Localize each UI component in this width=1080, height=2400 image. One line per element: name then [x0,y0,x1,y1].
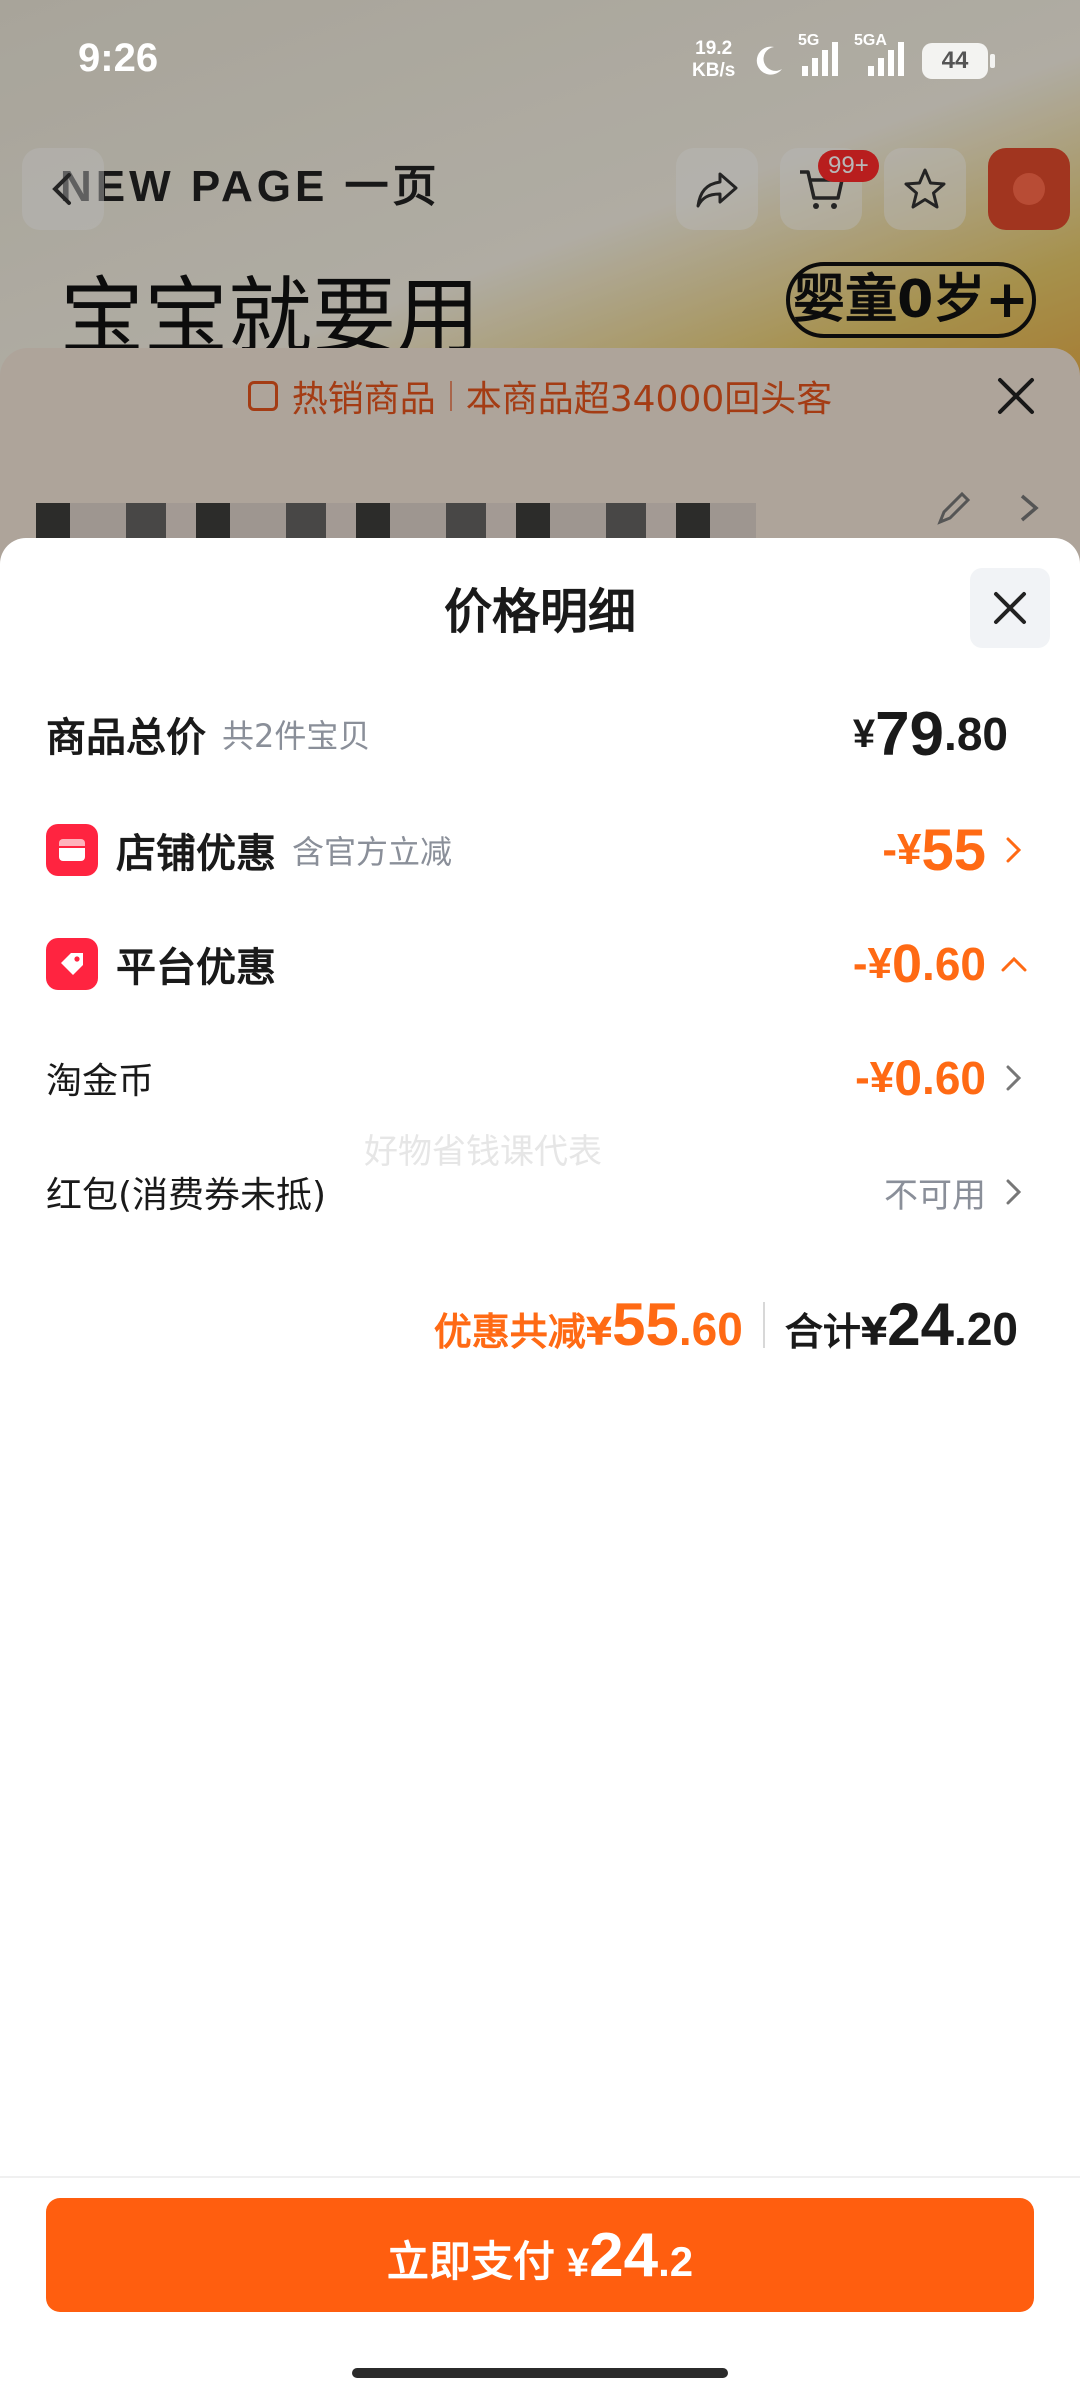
price-detail-sheet: 价格明细 商品总价 共2件宝贝 ¥ 79 .80 店铺优惠 含官方立减 -¥ 5… [0,538,1080,2400]
chevron-right-icon [992,1056,1036,1100]
status-time: 9:26 [78,36,159,80]
grand-total-dec: .20 [954,1303,1018,1355]
platform-discount-label: 平台优惠 [116,945,276,991]
platform-discount-row[interactable]: 平台优惠 -¥ 0 .60 [46,924,1036,1004]
close-icon [994,592,1026,624]
red-packet-label: 红包(消费券未抵) [46,1175,327,1216]
signal-5g: 5G [798,32,842,83]
red-packet-status: 不可用 [884,1175,986,1216]
chevron-right-icon [992,828,1036,872]
watermark: 好物省钱课代表 [364,1132,602,1172]
discount-total-label: 优惠共减¥ [433,1310,613,1354]
pay-amount-int: 24 [589,2221,659,2290]
goods-total-row: 商品总价 共2件宝贝 ¥ 79 .80 [46,694,1036,774]
status-bar: 9:26 19.2 KB/s 5G 5GA 44 [0,0,1080,126]
discount-total-int: 55 [612,1291,679,1358]
store-icon [46,824,98,876]
pay-now-label: 立即支付 [386,2237,555,2286]
signal-5ga: 5GA [854,32,910,83]
store-discount-value: -¥ 55 [882,817,1036,884]
store-discount-note: 含官方立减 [292,833,453,871]
chevron-up-icon [992,942,1036,986]
pay-amount-dec: .2 [658,2238,694,2285]
moon-icon [756,46,782,75]
goods-total-value: ¥ 79 .80 [852,699,1008,769]
grand-total-int: 24 [887,1291,955,1358]
price-summary: 优惠共减¥ 55 .60 合计¥ 24 .20 [434,1290,1018,1359]
taojinbi-row[interactable]: 淘金币 -¥ 0 .60 [46,1038,1036,1118]
network-speed: 19.2 KB/s [692,38,736,81]
chevron-right-icon [992,1170,1036,1214]
pay-now-button[interactable]: 立即支付 ¥ 24 .2 [46,2198,1034,2312]
red-packet-value: 不可用 [884,1168,1036,1217]
taojinbi-label: 淘金币 [46,1061,155,1102]
platform-discount-value: -¥ 0 .60 [853,933,1036,995]
store-discount-row[interactable]: 店铺优惠 含官方立减 -¥ 55 [46,810,1036,890]
taojinbi-value: -¥ 0 .60 [855,1049,1036,1107]
grand-total-label: 合计¥ [784,1310,888,1354]
goods-total-label: 商品总价 [46,715,206,761]
pay-currency: ¥ [566,2241,590,2285]
home-indicator[interactable] [352,2368,728,2378]
tag-icon [46,938,98,990]
sheet-title: 价格明细 [443,584,636,640]
discount-total-dec: .60 [678,1303,743,1355]
status-icons: 5G 5GA 44 [750,32,995,83]
divider [762,1301,765,1348]
close-button[interactable] [970,568,1050,648]
goods-count: 共2件宝贝 [222,717,371,755]
footer-divider [0,2176,1080,2178]
battery-icon: 44 [922,42,995,79]
store-discount-label: 店铺优惠 [116,831,276,877]
